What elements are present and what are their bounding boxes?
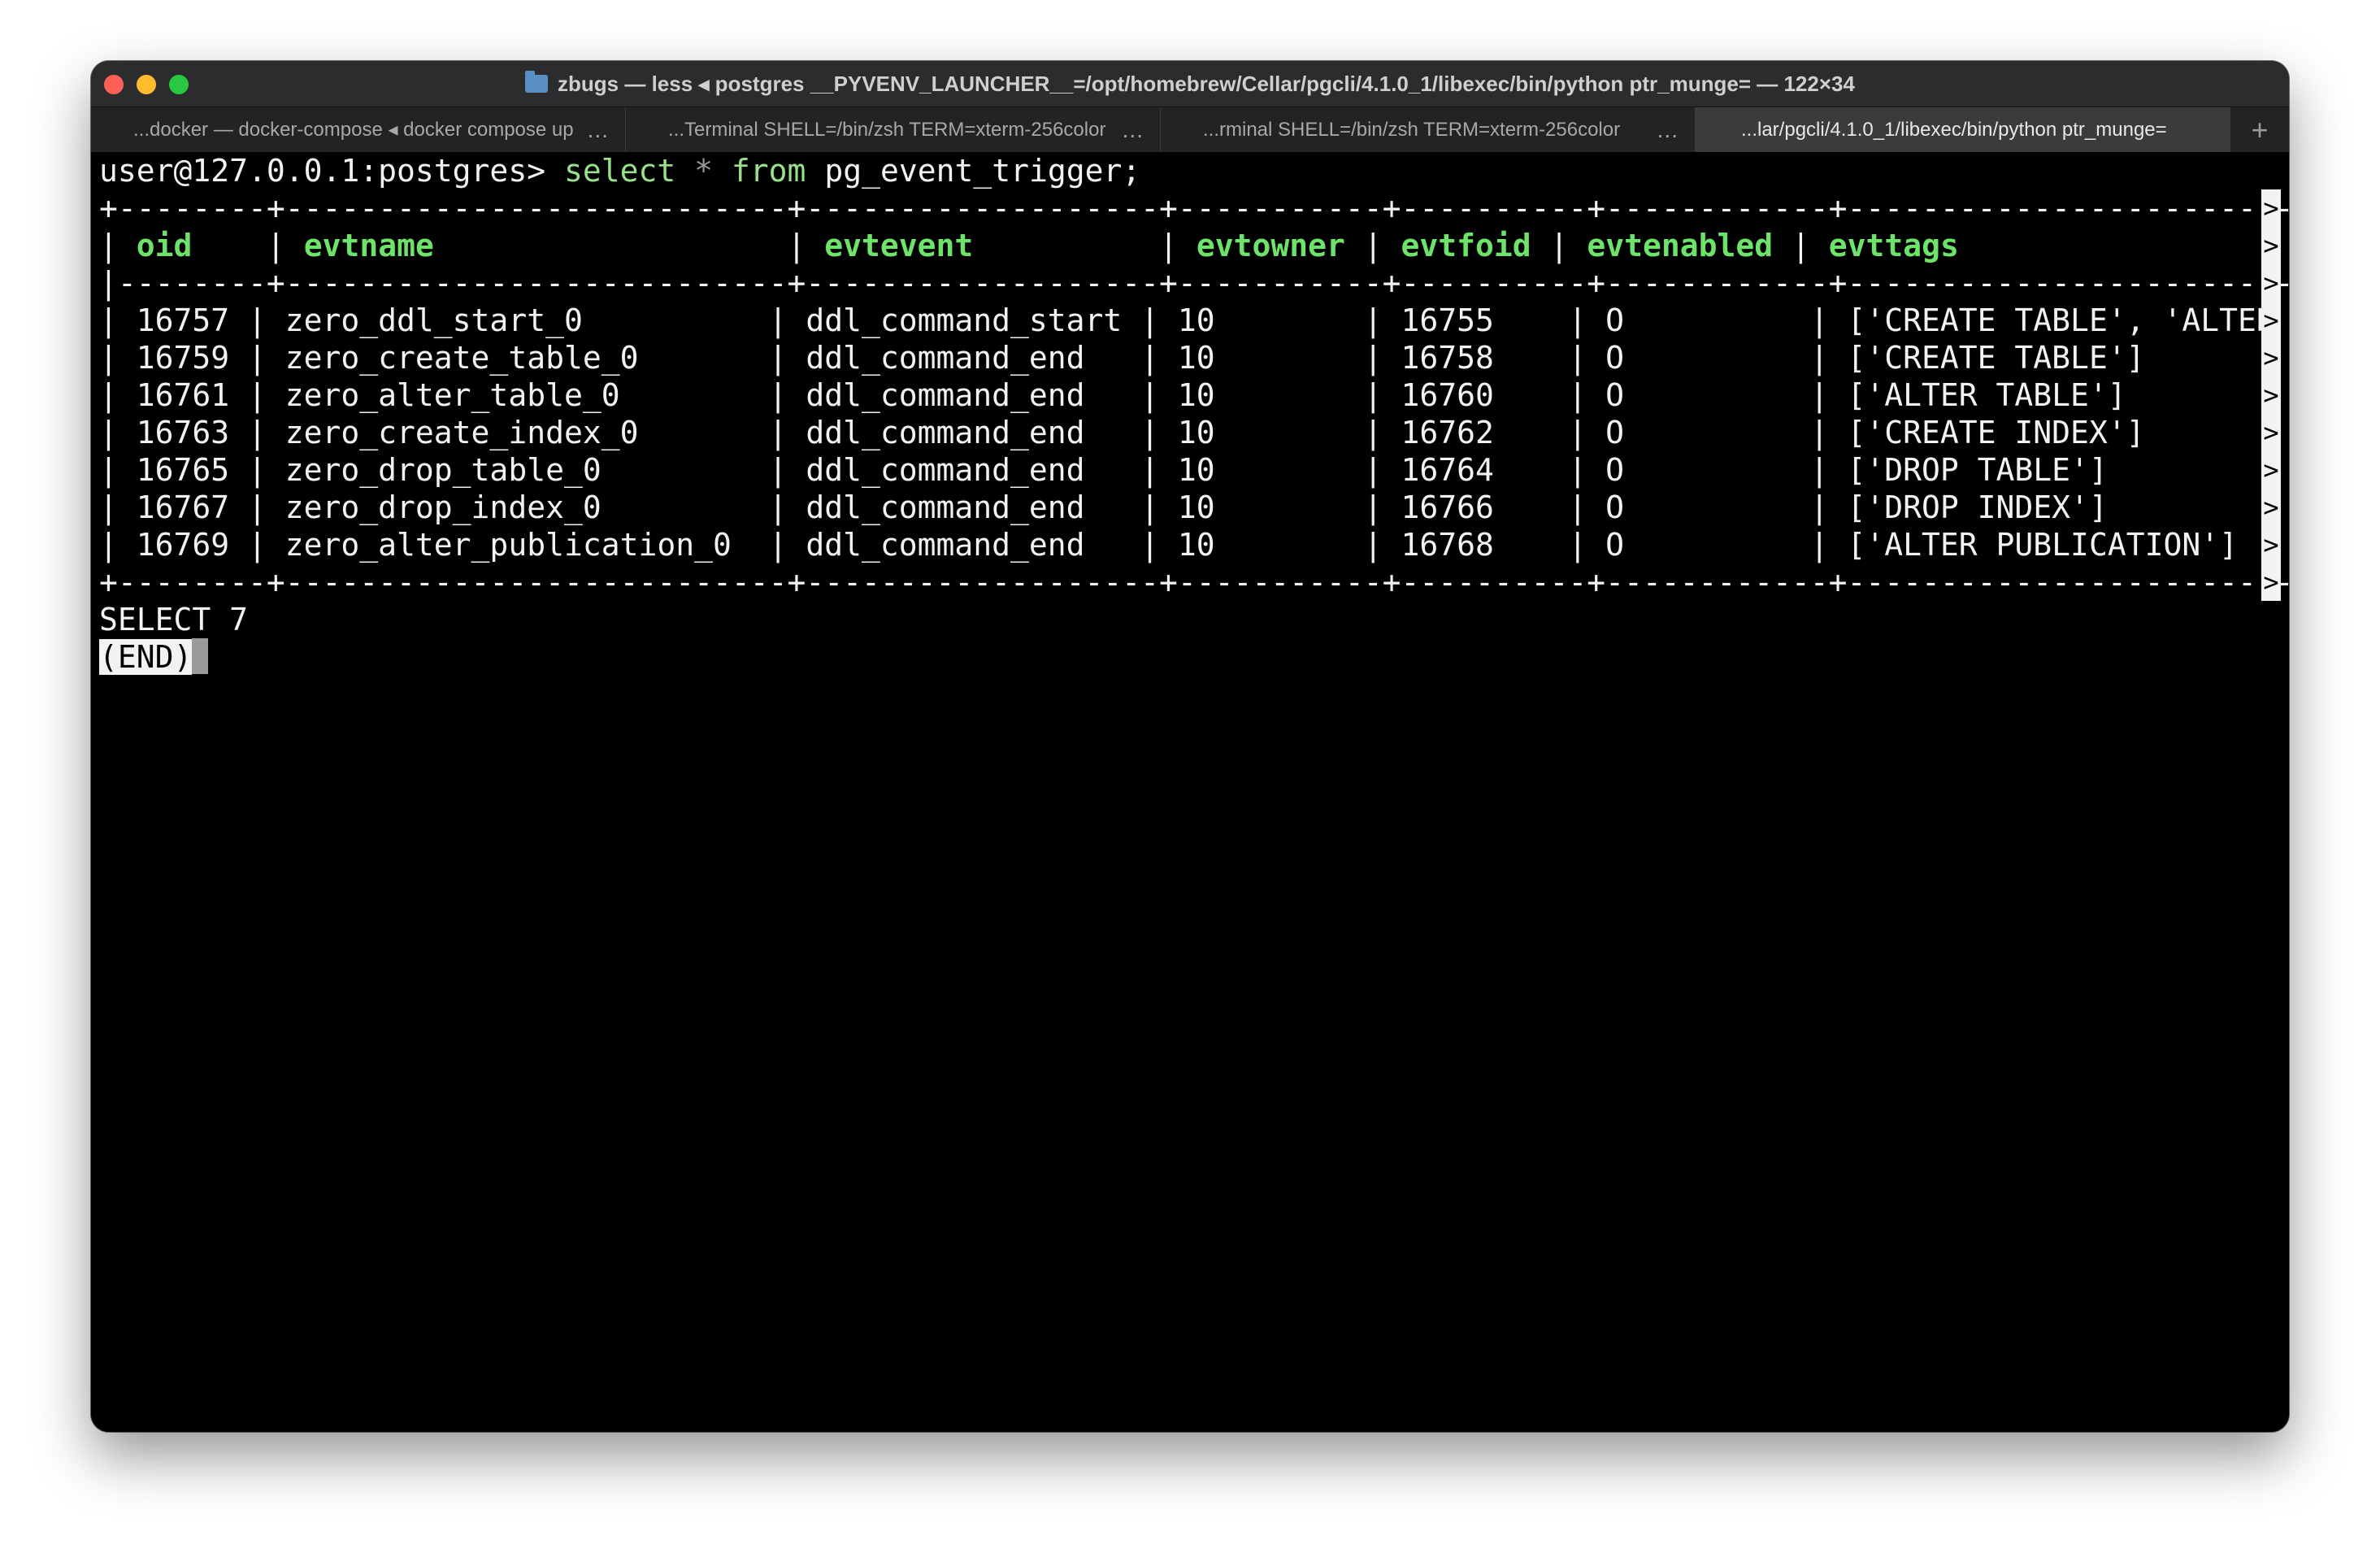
truncation-marker: > — [2261, 227, 2281, 264]
header-sep: | — [1344, 228, 1401, 263]
table-row: | 16767 | zero_drop_index_0 | ddl_comman… — [99, 489, 2108, 525]
truncation-marker: > — [2261, 264, 2281, 302]
header-sep: | — [973, 228, 1197, 263]
table-row: | 16765 | zero_drop_table_0 | ddl_comman… — [99, 452, 2108, 488]
header-sep: | — [192, 228, 304, 263]
tab-more-icon[interactable]: ... — [1123, 117, 1144, 143]
folder-icon — [525, 71, 549, 93]
terminal-window: zbugs — less ◂ postgres __PYVENV_LAUNCHE… — [91, 61, 2289, 1432]
command-line: user@127.0.0.1:postgres> select * from p… — [99, 152, 1140, 189]
table-row: | 16757 | zero_ddl_start_0 | ddl_command… — [99, 302, 2289, 338]
header-evttags: evttags — [1828, 228, 1959, 263]
tab-more-icon[interactable]: ... — [1657, 117, 1679, 143]
tab-terminal-1[interactable]: ...Terminal SHELL=/bin/zsh TERM=xterm-25… — [626, 107, 1161, 152]
terminal-content[interactable]: user@127.0.0.1:postgres> select * from p… — [91, 152, 2289, 1432]
table-border-top: +--------+---------------------------+--… — [99, 190, 2289, 226]
truncation-marker: > — [2261, 339, 2281, 376]
table-border-bottom: +--------+---------------------------+--… — [99, 564, 2289, 600]
table-row: | 16761 | zero_alter_table_0 | ddl_comma… — [99, 377, 2126, 413]
header-sep: | — [1773, 228, 1829, 263]
header-evtname: evtname — [303, 228, 434, 263]
truncation-marker: > — [2261, 302, 2281, 339]
table-name: pg_event_trigger; — [824, 153, 1141, 189]
text-cursor — [192, 638, 209, 674]
table-row: | 16759 | zero_create_table_0 | ddl_comm… — [99, 340, 2145, 376]
tab-pgcli[interactable]: ...lar/pgcli/4.1.0_1/libexec/bin/python … — [1696, 107, 2230, 152]
prompt: user@127.0.0.1:postgres> — [99, 153, 564, 189]
pager-status: (END) — [99, 638, 209, 676]
result-status: SELECT 7 — [99, 602, 249, 637]
tab-label: ...Terminal SHELL=/bin/zsh TERM=xterm-25… — [668, 118, 1106, 141]
tab-label: ...docker — docker-compose ◂ docker comp… — [133, 119, 574, 141]
window-title: zbugs — less ◂ postgres __PYVENV_LAUNCHE… — [558, 71, 1855, 96]
tab-bar: ...docker — docker-compose ◂ docker comp… — [91, 107, 2289, 153]
tab-label: ...lar/pgcli/4.1.0_1/libexec/bin/python … — [1741, 118, 2167, 141]
star-operator: * — [694, 153, 714, 189]
header-sep: | — [433, 228, 825, 263]
window-title-area: zbugs — less ◂ postgres __PYVENV_LAUNCHE… — [91, 61, 2289, 107]
tab-more-icon[interactable]: ... — [588, 117, 609, 143]
end-marker: (END) — [99, 639, 193, 675]
header-oid: oid — [136, 228, 193, 263]
keyword-from: from — [731, 153, 806, 189]
header-evtenabled: evtenabled — [1587, 228, 1774, 263]
tab-terminal-2[interactable]: ...rminal SHELL=/bin/zsh TERM=xterm-256c… — [1161, 107, 1696, 152]
new-tab-button[interactable]: + — [2230, 107, 2289, 152]
table-row: | 16763 | zero_create_index_0 | ddl_comm… — [99, 415, 2145, 450]
truncation-marker: > — [2261, 189, 2281, 227]
tab-docker[interactable]: ...docker — docker-compose ◂ docker comp… — [91, 107, 626, 152]
header-sep: | — [1531, 228, 1587, 263]
table-row: | 16769 | zero_alter_publication_0 | ddl… — [99, 527, 2238, 563]
header-sep: | — [99, 228, 137, 263]
truncation-marker: > — [2261, 563, 2281, 601]
table-header: | oid | evtname | evtevent | evtowner | … — [99, 227, 1959, 264]
tab-label: ...rminal SHELL=/bin/zsh TERM=xterm-256c… — [1203, 118, 1621, 141]
table-border-mid: |--------+---------------------------+--… — [99, 265, 2289, 301]
truncation-marker: > — [2261, 451, 2281, 489]
header-evtowner: evtowner — [1196, 228, 1345, 263]
header-evtfoid: evtfoid — [1401, 228, 1531, 263]
truncation-marker: > — [2261, 489, 2281, 526]
header-evtevent: evtevent — [824, 228, 974, 263]
keyword-select: select — [563, 153, 676, 189]
truncation-marker: > — [2261, 376, 2281, 414]
truncation-marker: > — [2261, 414, 2281, 451]
truncation-marker: > — [2261, 526, 2281, 563]
title-bar: zbugs — less ◂ postgres __PYVENV_LAUNCHE… — [91, 61, 2289, 107]
